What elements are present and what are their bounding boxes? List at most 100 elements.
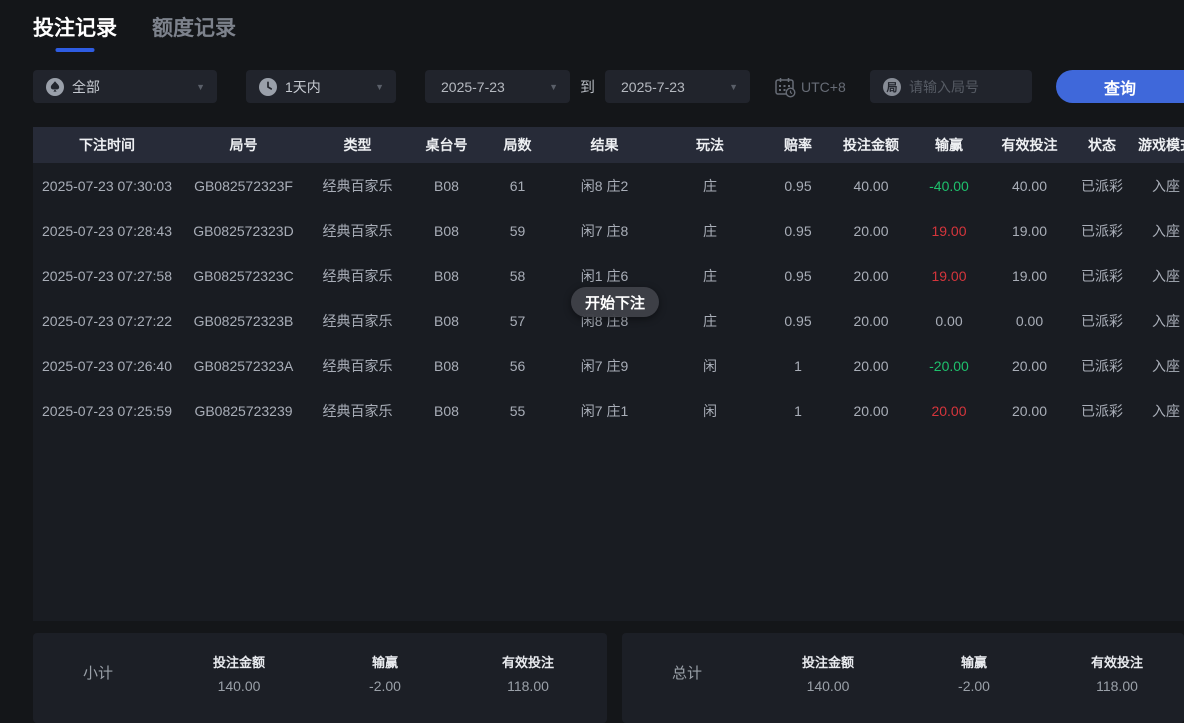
date-to-value: 2025-7-23 — [621, 79, 685, 95]
cell-round-no: 55 — [484, 388, 551, 433]
cell-odds: 0.95 — [762, 298, 834, 343]
cell-play: 庄 — [658, 298, 762, 343]
cell-round-id: GB0825723239 — [181, 388, 306, 433]
cell-time: 2025-07-23 07:27:22 — [33, 298, 181, 343]
subtotal-win-loss: 输赢 -2.00 — [325, 633, 445, 712]
cell-play: 庄 — [658, 253, 762, 298]
cell-table-no: B08 — [409, 208, 484, 253]
timezone-label: UTC+8 — [801, 79, 846, 95]
subtotal-valid-bet: 有效投注 118.00 — [468, 633, 588, 712]
clock-icon — [259, 78, 277, 96]
date-from-select[interactable]: 2025-7-23 ▼ — [425, 70, 570, 103]
tab-bar: 投注记录 额度记录 — [33, 12, 236, 52]
cell-time: 2025-07-23 07:30:03 — [33, 163, 181, 208]
cell-valid-bet: 19.00 — [990, 253, 1069, 298]
date-to-select[interactable]: 2025-7-23 ▼ — [605, 70, 750, 103]
cell-win-loss: 20.00 — [908, 388, 990, 433]
cell-valid-bet: 19.00 — [990, 208, 1069, 253]
tab-bet-records[interactable]: 投注记录 — [33, 12, 117, 52]
cell-status: 已派彩 — [1069, 253, 1135, 298]
table-row: 2025-07-23 07:25:59 GB0825723239 经典百家乐 B… — [33, 388, 1184, 433]
col-header-play: 玩法 — [658, 127, 762, 163]
cell-bet-amount: 20.00 — [834, 388, 908, 433]
cell-mode: 入座 — [1135, 253, 1184, 298]
cell-odds: 0.95 — [762, 253, 834, 298]
cell-mode: 入座 — [1135, 343, 1184, 388]
table-row: 2025-07-23 07:26:40 GB082572323A 经典百家乐 B… — [33, 343, 1184, 388]
chevron-down-icon: ▼ — [549, 82, 558, 92]
col-header-table-no: 桌台号 — [409, 127, 484, 163]
cell-status: 已派彩 — [1069, 208, 1135, 253]
cell-result: 闲7 庄9 — [551, 343, 658, 388]
start-betting-toast: 开始下注 — [571, 287, 659, 317]
cell-mode: 入座 — [1135, 208, 1184, 253]
cell-result: 闲8 庄2 — [551, 163, 658, 208]
table-row: 2025-07-23 07:28:43 GB082572323D 经典百家乐 B… — [33, 208, 1184, 253]
cell-win-loss: 19.00 — [908, 208, 990, 253]
total-bet-amount: 投注金额 140.00 — [768, 633, 888, 712]
cell-status: 已派彩 — [1069, 388, 1135, 433]
bet-records-table-container[interactable]: 下注时间 局号 类型 桌台号 局数 结果 玩法 赔率 投注金额 输赢 有效投注 … — [33, 127, 1184, 621]
round-search-box[interactable]: 局 — [870, 70, 1032, 103]
col-header-status: 状态 — [1069, 127, 1135, 163]
cell-odds: 0.95 — [762, 163, 834, 208]
cell-win-loss: -20.00 — [908, 343, 990, 388]
cell-valid-bet: 0.00 — [990, 298, 1069, 343]
tab-quota-records-label: 额度记录 — [152, 17, 236, 40]
cell-game-type: 经典百家乐 — [306, 388, 409, 433]
tab-quota-records[interactable]: 额度记录 — [152, 12, 236, 52]
col-header-round-no: 局数 — [484, 127, 551, 163]
total-win-loss: 输赢 -2.00 — [914, 633, 1034, 712]
cell-win-loss: 19.00 — [908, 253, 990, 298]
cell-round-no: 58 — [484, 253, 551, 298]
cell-odds: 1 — [762, 388, 834, 433]
cell-play: 闲 — [658, 388, 762, 433]
cell-mode: 入座 — [1135, 298, 1184, 343]
cell-time: 2025-07-23 07:27:58 — [33, 253, 181, 298]
time-range-value: 1天内 — [285, 77, 321, 97]
cell-table-no: B08 — [409, 163, 484, 208]
time-range-select[interactable]: 1天内 ▼ — [246, 70, 396, 103]
toast-text: 开始下注 — [585, 292, 645, 313]
chevron-down-icon: ▼ — [729, 82, 738, 92]
cell-status: 已派彩 — [1069, 298, 1135, 343]
cell-odds: 1 — [762, 343, 834, 388]
cell-play: 庄 — [658, 208, 762, 253]
active-tab-underline — [56, 48, 95, 52]
total-valid-bet: 有效投注 118.00 — [1057, 633, 1177, 712]
cell-game-type: 经典百家乐 — [306, 163, 409, 208]
cell-time: 2025-07-23 07:28:43 — [33, 208, 181, 253]
bet-records-table: 下注时间 局号 类型 桌台号 局数 结果 玩法 赔率 投注金额 输赢 有效投注 … — [33, 127, 1184, 433]
cell-table-no: B08 — [409, 298, 484, 343]
cell-game-type: 经典百家乐 — [306, 298, 409, 343]
cell-win-loss: 0.00 — [908, 298, 990, 343]
total-label: 总计 — [637, 633, 737, 712]
cell-round-no: 61 — [484, 163, 551, 208]
game-type-value: 全部 — [72, 77, 100, 97]
chevron-down-icon: ▼ — [196, 82, 205, 92]
cell-play: 庄 — [658, 163, 762, 208]
round-search-input[interactable] — [909, 79, 1019, 95]
cell-table-no: B08 — [409, 343, 484, 388]
query-button[interactable]: 查询 — [1056, 70, 1184, 103]
cell-round-id: GB082572323A — [181, 343, 306, 388]
timezone-indicator: UTC+8 — [773, 70, 846, 103]
col-header-bet-time: 下注时间 — [33, 127, 181, 163]
tab-bet-records-label: 投注记录 — [33, 17, 117, 40]
col-header-win-loss: 输赢 — [908, 127, 990, 163]
cell-game-type: 经典百家乐 — [306, 343, 409, 388]
cell-bet-amount: 20.00 — [834, 298, 908, 343]
col-header-round-id: 局号 — [181, 127, 306, 163]
cell-round-id: GB082572323D — [181, 208, 306, 253]
cell-round-id: GB082572323F — [181, 163, 306, 208]
cell-bet-amount: 20.00 — [834, 343, 908, 388]
game-type-select[interactable]: 全部 ▼ — [33, 70, 217, 103]
col-header-game-mode: 游戏模式 — [1135, 127, 1184, 163]
cell-round-id: GB082572323B — [181, 298, 306, 343]
col-header-game-type: 类型 — [306, 127, 409, 163]
col-header-valid-bet: 有效投注 — [990, 127, 1069, 163]
cell-time: 2025-07-23 07:26:40 — [33, 343, 181, 388]
cell-win-loss: -40.00 — [908, 163, 990, 208]
cell-bet-amount: 40.00 — [834, 163, 908, 208]
cell-bet-amount: 20.00 — [834, 208, 908, 253]
